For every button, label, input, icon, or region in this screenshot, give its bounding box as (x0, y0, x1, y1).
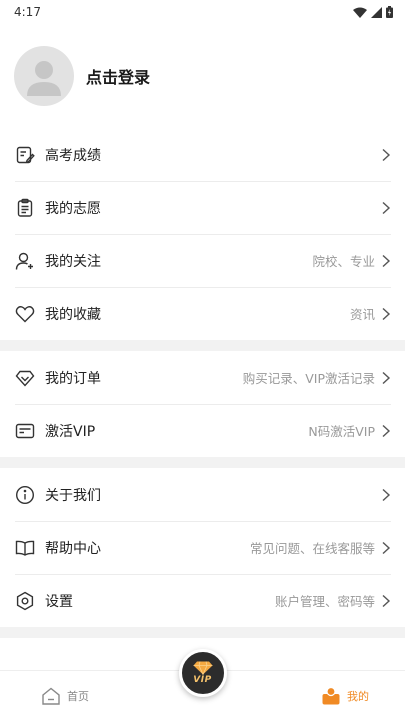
card-icon (15, 421, 35, 441)
section-divider (0, 457, 405, 468)
menu-item-my-follows[interactable]: 我的关注 院校、专业 (0, 234, 405, 287)
menu-group-support: 关于我们 帮助中心 常见问题、在线客服等 设置 账户管理、密码等 (0, 468, 405, 627)
menu-item-label: 高考成绩 (45, 147, 101, 164)
menu-item-label: 关于我们 (45, 487, 101, 504)
chevron-right-icon (382, 254, 391, 267)
info-icon (15, 485, 35, 505)
menu-item-label: 我的志愿 (45, 200, 101, 217)
menu-item-sub: 常见问题、在线客服等 (249, 541, 375, 556)
menu-item-label: 帮助中心 (45, 540, 101, 557)
battery-icon (386, 6, 393, 18)
tab-mine-label: 我的 (347, 689, 369, 703)
menu-item-label: 我的关注 (45, 253, 101, 270)
status-bar: 4:17 (0, 0, 405, 24)
status-time: 4:17 (14, 5, 41, 19)
menu-item-sub: 账户管理、密码等 (274, 594, 375, 609)
chevron-right-icon (382, 594, 391, 607)
menu-item-help-center[interactable]: 帮助中心 常见问题、在线客服等 (0, 521, 405, 574)
menu-item-label: 设置 (45, 593, 73, 610)
section-divider (0, 340, 405, 351)
settings-icon (15, 591, 35, 611)
bottom-tab-bar: 首页 VIP 我的 (0, 649, 405, 720)
chevron-right-icon (382, 148, 391, 161)
menu-item-sub: 购买记录、VIP激活记录 (242, 371, 375, 386)
menu-item-label: 我的订单 (45, 370, 101, 387)
user-follow-icon (15, 251, 35, 271)
default-avatar-icon (27, 61, 61, 96)
vip-center-button[interactable]: VIP (178, 649, 227, 697)
section-divider (0, 627, 405, 638)
chevron-right-icon (382, 488, 391, 501)
diamond-icon (15, 368, 35, 388)
chevron-right-icon (382, 307, 391, 320)
menu-group-vip: 我的订单 购买记录、VIP激活记录 激活VIP N码激活VIP (0, 351, 405, 457)
login-prompt[interactable]: 点击登录 (86, 64, 150, 88)
menu-item-my-orders[interactable]: 我的订单 购买记录、VIP激活记录 (0, 351, 405, 404)
menu-item-exam-score[interactable]: 高考成绩 (0, 128, 405, 181)
menu-item-activate-vip[interactable]: 激活VIP N码激活VIP (0, 404, 405, 457)
status-icons (353, 6, 393, 18)
exam-score-icon (15, 145, 35, 165)
heart-icon (15, 304, 35, 324)
menu-item-label: 我的收藏 (45, 306, 101, 323)
avatar[interactable] (14, 46, 74, 106)
signal-icon (371, 6, 382, 18)
chevron-right-icon (382, 371, 391, 384)
menu-item-settings[interactable]: 设置 账户管理、密码等 (0, 574, 405, 627)
home-icon (42, 687, 60, 705)
menu-item-label: 激活VIP (45, 423, 96, 440)
chevron-right-icon (382, 424, 391, 437)
vip-diamond-icon (193, 661, 212, 675)
wifi-icon (353, 7, 367, 18)
tab-home[interactable]: 首页 (41, 686, 89, 706)
chevron-right-icon (382, 541, 391, 554)
menu-item-my-favorites[interactable]: 我的收藏 资讯 (0, 287, 405, 340)
menu-item-my-applications[interactable]: 我的志愿 (0, 181, 405, 234)
tab-mine[interactable]: 我的 (321, 686, 369, 706)
menu-item-about-us[interactable]: 关于我们 (0, 468, 405, 521)
tab-home-label: 首页 (67, 689, 89, 703)
menu-item-sub: 院校、专业 (312, 254, 375, 269)
menu-item-sub: 资讯 (349, 307, 375, 322)
menu-group-personal: 高考成绩 我的志愿 我的关注 院校、专业 我的收藏 资讯 (0, 128, 405, 340)
clipboard-icon (15, 198, 35, 218)
person-icon (322, 686, 340, 704)
profile-header: 点击登录 (0, 24, 405, 128)
vip-button-label: VIP (193, 675, 212, 685)
menu-item-sub: N码激活VIP (308, 424, 375, 439)
chevron-right-icon (382, 201, 391, 214)
book-icon (15, 538, 35, 558)
